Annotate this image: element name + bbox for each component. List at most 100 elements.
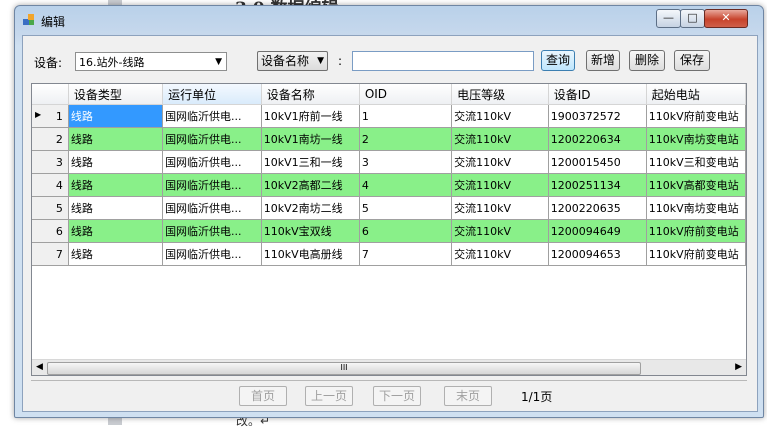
table-cell[interactable]: 交流110kV [451,104,549,128]
table-cell[interactable]: 线路 [68,104,164,128]
table-cell[interactable]: 110kV南坊变电站 [646,196,746,220]
table-cell[interactable]: 交流110kV [451,127,549,151]
delete-button[interactable]: 删除 [629,50,665,71]
minimize-button[interactable]: — [656,9,681,28]
table-cell[interactable]: 110kV宝双线 [261,219,360,243]
table-cell[interactable]: 交流110kV [451,219,549,243]
row-header[interactable]: 2 [32,127,69,151]
row-header[interactable]: 4 [32,173,69,197]
table-cell[interactable]: 国网临沂供电... [162,196,262,220]
query-button[interactable]: 查询 [541,50,575,71]
window-title: 编辑 [41,15,66,29]
column-header[interactable]: 起始电站 [646,84,746,105]
table-cell[interactable]: 10kV2高都二线 [261,173,360,197]
table-cell[interactable]: 国网临沂供电... [162,104,262,128]
data-grid[interactable]: 设备类型 运行单位 设备名称 OID 电压等级 设备ID 起始电站 ▶ 1 线路 … [31,83,747,376]
table-cell[interactable]: 10kV2南坊二线 [261,196,360,220]
table-cell[interactable]: 10kV1南坊一线 [261,127,360,151]
field-dropdown-label: 设备名称 [261,54,310,68]
last-page-button[interactable]: 末页 [444,386,492,406]
header-row: 设备类型 运行单位 设备名称 OID 电压等级 设备ID 起始电站 [32,84,746,105]
table-row[interactable]: 5 线路 国网临沂供电... 10kV2南坊二线 5 交流110kV 12002… [32,196,746,220]
table-row[interactable]: ▶ 1 线路 国网临沂供电... 10kV1府前一线 1 交流110kV 1900… [32,104,746,128]
row-number: 3 [55,155,63,169]
table-row[interactable]: 6 线路 国网临沂供电... 110kV宝双线 6 交流110kV 120009… [32,219,746,243]
client-area: 设备: 16.站外-线路 ▼ 设备名称 ▼ : 查询 新增 删除 保存 设备类型 [22,35,758,412]
table-cell[interactable]: 交流110kV [451,173,549,197]
column-header[interactable]: 电压等级 [451,84,549,105]
table-cell[interactable]: 6 [359,219,453,243]
scroll-thumb[interactable]: III [47,362,641,375]
search-input[interactable] [352,51,534,71]
table-cell[interactable]: 110kV高都变电站 [646,173,746,197]
table-cell[interactable]: 2 [359,127,453,151]
table-cell[interactable]: 5 [359,196,453,220]
table-cell[interactable]: 1 [359,104,453,128]
table-cell[interactable]: 4 [359,173,453,197]
table-cell[interactable]: 1200015450 [548,150,647,174]
device-combobox[interactable]: 16.站外-线路 ▼ [75,52,227,71]
maximize-button[interactable]: □ [680,9,705,28]
table-cell[interactable]: 110kV府前变电站 [646,242,746,266]
title-bar[interactable]: 编辑 — □ ✕ [15,6,763,34]
column-header[interactable]: 设备ID [548,84,647,105]
save-button[interactable]: 保存 [674,50,710,71]
row-number: 6 [55,224,63,238]
table-cell[interactable]: 国网临沂供电... [162,150,262,174]
table-cell[interactable]: 国网临沂供电... [162,127,262,151]
close-button[interactable]: ✕ [704,9,748,28]
row-header[interactable]: ▶ 1 [32,104,69,128]
table-cell[interactable]: 110kV电高册线 [261,242,360,266]
table-row[interactable]: 7 线路 国网临沂供电... 110kV电高册线 7 交流110kV 12000… [32,242,746,266]
table-cell[interactable]: 110kV府前变电站 [646,104,746,128]
table-cell[interactable]: 1200094653 [548,242,647,266]
prev-page-button[interactable]: 上一页 [305,386,353,406]
table-cell[interactable]: 3 [359,150,453,174]
row-header[interactable]: 7 [32,242,69,266]
table-cell[interactable]: 1200251134 [548,173,647,197]
table-cell[interactable]: 国网临沂供电... [162,219,262,243]
column-header[interactable]: 设备名称 [261,84,360,105]
scroll-left-icon[interactable]: ◀ [36,362,43,372]
row-header[interactable]: 3 [32,150,69,174]
column-header[interactable]: 设备类型 [68,84,164,105]
table-row[interactable]: 4 线路 国网临沂供电... 10kV2高都二线 4 交流110kV 12002… [32,173,746,197]
table-cell[interactable]: 1200094649 [548,219,647,243]
horizontal-scrollbar[interactable]: ◀ III ▶ [32,359,746,375]
table-cell[interactable]: 110kV三和变电站 [646,150,746,174]
table-cell[interactable]: 线路 [68,196,164,220]
row-header[interactable]: 6 [32,219,69,243]
table-cell[interactable]: 线路 [68,173,164,197]
table-cell[interactable]: 线路 [68,242,164,266]
add-button[interactable]: 新增 [586,50,620,71]
first-page-button[interactable]: 首页 [239,386,287,406]
table-cell[interactable]: 线路 [68,219,164,243]
table-cell[interactable]: 10kV1府前一线 [261,104,360,128]
table-cell[interactable]: 国网临沂供电... [162,242,262,266]
table-cell[interactable]: 交流110kV [451,150,549,174]
table-cell[interactable]: 110kV府前变电站 [646,219,746,243]
next-page-button[interactable]: 下一页 [373,386,421,406]
table-cell[interactable]: 国网临沂供电... [162,173,262,197]
table-cell[interactable]: 线路 [68,150,164,174]
corner-header[interactable] [32,84,69,105]
row-header[interactable]: 5 [32,196,69,220]
field-dropdown-button[interactable]: 设备名称 ▼ [257,51,328,71]
row-number: 5 [55,201,63,215]
table-cell[interactable]: 1200220635 [548,196,647,220]
table-cell[interactable]: 1900372572 [548,104,647,128]
column-header[interactable]: 运行单位 [162,84,262,105]
table-row[interactable]: 2 线路 国网临沂供电... 10kV1南坊一线 2 交流110kV 12002… [32,127,746,151]
table-cell[interactable]: 110kV南坊变电站 [646,127,746,151]
table-cell[interactable]: 交流110kV [451,196,549,220]
table-cell[interactable]: 10kV1三和一线 [261,150,360,174]
table-cell[interactable]: 1200220634 [548,127,647,151]
pager-divider [31,380,747,381]
table-cell[interactable]: 交流110kV [451,242,549,266]
chevron-down-icon: ▼ [317,56,324,66]
column-header[interactable]: OID [359,84,453,105]
table-cell[interactable]: 7 [359,242,453,266]
table-row[interactable]: 3 线路 国网临沂供电... 10kV1三和一线 3 交流110kV 12000… [32,150,746,174]
table-cell[interactable]: 线路 [68,127,164,151]
scroll-right-icon[interactable]: ▶ [735,362,742,372]
